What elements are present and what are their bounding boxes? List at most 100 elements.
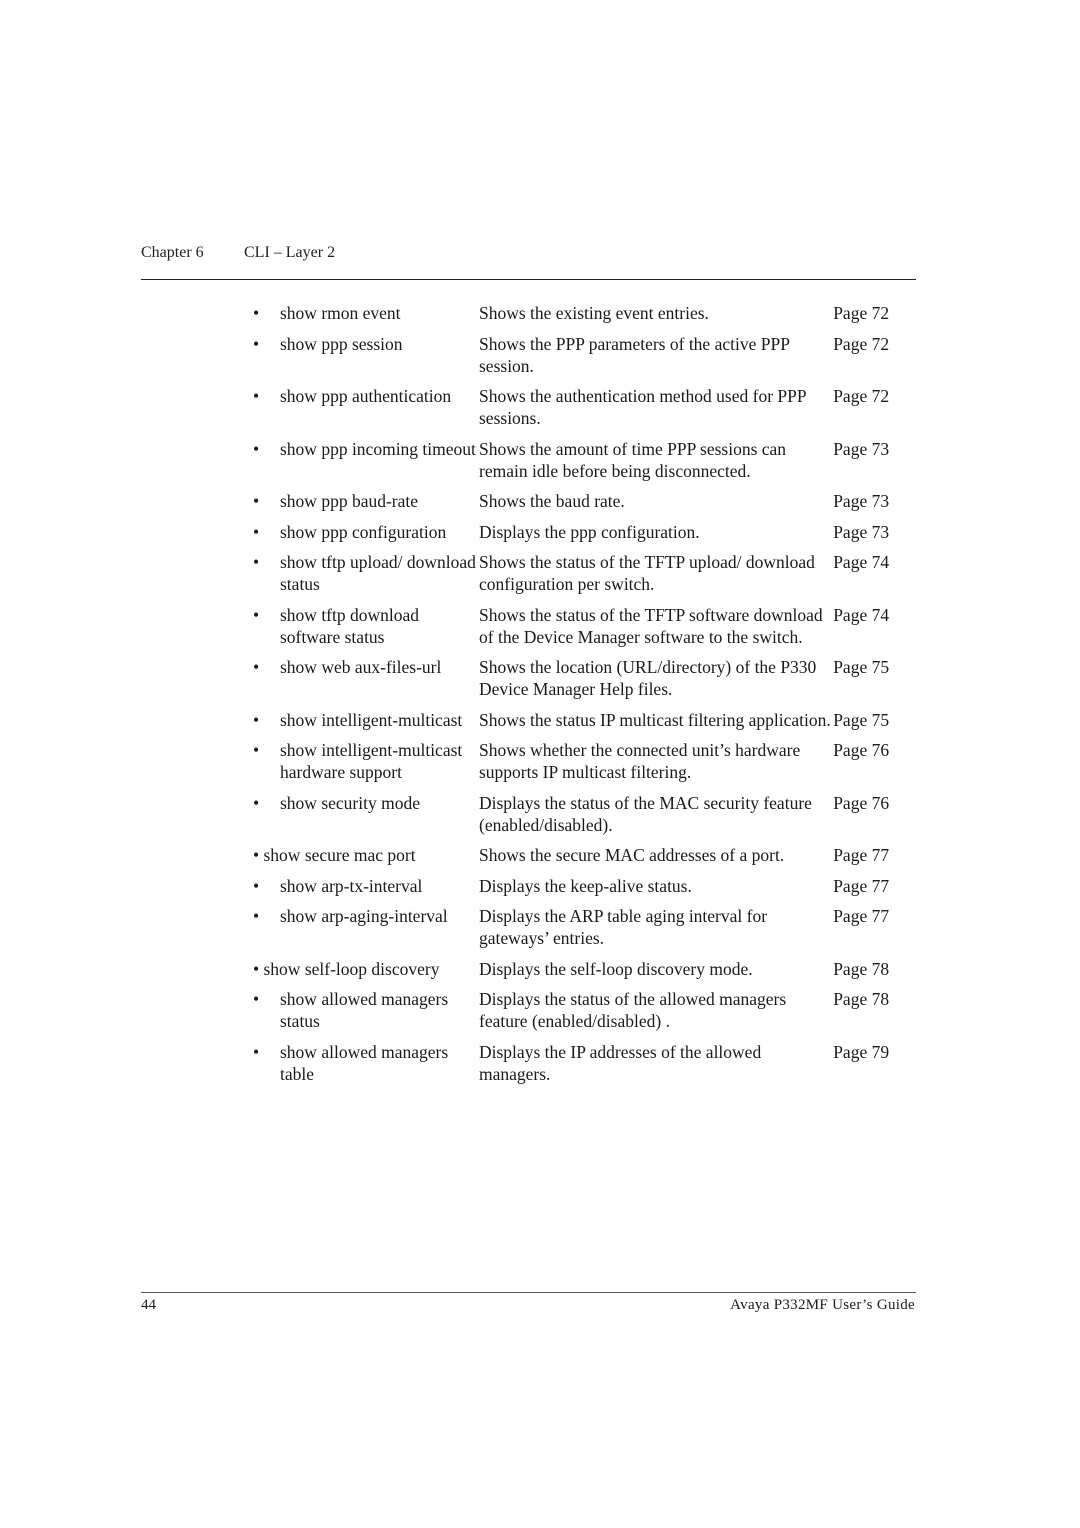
page-reference: Page 76 bbox=[833, 740, 890, 760]
command-name: show tftp download software status bbox=[280, 604, 420, 647]
command-description: Displays the ppp configuration. bbox=[479, 521, 700, 542]
page-reference: Page 77 bbox=[833, 906, 890, 926]
command-name: show intelligent-multicast bbox=[280, 709, 463, 730]
table-row: • show tftp download software status Shows… bbox=[253, 604, 913, 648]
command-name: show ppp incoming timeout bbox=[280, 438, 476, 459]
command-description: Shows the baud rate. bbox=[479, 491, 625, 511]
command-name: show ppp session bbox=[280, 333, 403, 354]
page-reference: Page 72 bbox=[833, 386, 890, 406]
command-table: • show rmon event Shows the existing event… bbox=[253, 302, 913, 1093]
chapter-title: CLI – Layer 2 bbox=[244, 244, 336, 261]
command-description: Displays the status of the allowed manag… bbox=[479, 989, 787, 1031]
page-reference: Page 78 bbox=[833, 989, 890, 1009]
command-description: Displays the self-loop discovery mode. bbox=[479, 958, 753, 979]
page-reference: Page 72 bbox=[833, 333, 890, 354]
command-description: Shows the amount of time PPP sessions ca… bbox=[479, 438, 787, 481]
table-row: • show allowed managers status Displays th… bbox=[253, 988, 913, 1032]
command-cell: • show allowed managers status bbox=[253, 988, 479, 1032]
command-description: Displays the status of the MAC security … bbox=[479, 792, 812, 835]
table-row: • show rmon event Shows the existing event… bbox=[253, 302, 913, 324]
command-name: show ppp configuration bbox=[280, 521, 447, 542]
command-name: • show self-loop discovery bbox=[253, 958, 440, 979]
command-name: show rmon event bbox=[280, 303, 401, 323]
page-reference: Page 77 bbox=[833, 875, 890, 896]
bullet-icon: • bbox=[253, 438, 260, 459]
command-description: Shows the status IP multicast filtering … bbox=[479, 709, 831, 730]
bullet-icon: • bbox=[253, 875, 260, 896]
command-name: show allowed managers table bbox=[280, 1041, 449, 1084]
command-name: show security mode bbox=[280, 792, 420, 813]
command-cell: • show arp-aging-interval bbox=[253, 905, 479, 949]
command-description: Shows the status of the TFTP upload/ dow… bbox=[479, 552, 815, 594]
bullet-icon: • bbox=[253, 657, 260, 677]
command-cell: • show intelligent-multicast bbox=[253, 709, 479, 731]
page-reference: Page 72 bbox=[833, 303, 890, 323]
command-cell: • show tftp upload/ download status bbox=[253, 551, 479, 595]
table-row: • show arp-aging-interval Displays the ARP… bbox=[253, 905, 913, 949]
bullet-icon: • bbox=[253, 989, 260, 1009]
command-name: show ppp authentication bbox=[280, 386, 452, 406]
command-description: Shows the location (URL/directory) of th… bbox=[479, 657, 817, 699]
command-cell: • show arp-tx-interval bbox=[253, 875, 479, 897]
table-row: • show ppp session Shows the PPP parameter… bbox=[253, 333, 913, 377]
page-reference: Page 73 bbox=[833, 491, 890, 511]
page-reference: Page 75 bbox=[833, 657, 890, 677]
bullet-icon: • bbox=[253, 906, 260, 926]
command-description: Shows the status of the TFTP software do… bbox=[479, 604, 823, 647]
command-description: Shows whether the connected unit’s hardw… bbox=[479, 740, 801, 782]
command-cell: •• show secure mac port bbox=[253, 844, 479, 866]
page-reference: Page 74 bbox=[833, 604, 890, 625]
command-description: Shows the existing event entries. bbox=[479, 303, 709, 323]
table-row: •• show self-loop discoveryDisplays the … bbox=[253, 958, 913, 980]
bullet-icon: • bbox=[253, 1041, 260, 1062]
command-description: Displays the ARP table aging interval fo… bbox=[479, 906, 768, 948]
command-cell: • show security mode bbox=[253, 792, 479, 836]
table-row: • show ppp incoming timeout Shows the amou… bbox=[253, 438, 913, 482]
command-cell: • show ppp incoming timeout bbox=[253, 438, 479, 482]
command-cell: • show ppp configuration bbox=[253, 521, 479, 543]
command-name: show ppp baud-rate bbox=[280, 491, 419, 511]
page-reference: Page 78 bbox=[833, 958, 890, 979]
page-number: 44 bbox=[141, 1297, 156, 1313]
command-cell: • show tftp download software status bbox=[253, 604, 479, 648]
table-row: • show tftp upload/ download status Shows … bbox=[253, 551, 913, 595]
chapter-label: Chapter 6 bbox=[141, 244, 204, 261]
bullet-icon: • bbox=[253, 521, 260, 542]
command-cell: • show ppp baud-rate bbox=[253, 490, 479, 512]
command-name: show arp-tx-interval bbox=[280, 875, 423, 896]
bullet-icon: • bbox=[253, 709, 260, 730]
bullet-icon: • bbox=[253, 491, 260, 511]
bullet-icon: • bbox=[253, 333, 260, 354]
command-name: show tftp upload/ download status bbox=[280, 552, 476, 594]
table-row: • show intelligent-multicast Shows the sta… bbox=[253, 709, 913, 731]
table-row: • show ppp authentication Shows the authen… bbox=[253, 385, 913, 429]
page-reference: Page 74 bbox=[833, 552, 890, 572]
command-cell: • show ppp session bbox=[253, 333, 479, 377]
command-cell: • show rmon event bbox=[253, 302, 479, 324]
table-row: • show intelligent-multicast hardware sup… bbox=[253, 739, 913, 783]
table-row: • show security mode Displays the status o… bbox=[253, 792, 913, 836]
table-row: • show arp-tx-interval Displays the keep-a… bbox=[253, 875, 913, 897]
bullet-icon: • bbox=[253, 792, 260, 813]
table-row: • show web aux-files-url Shows the locatio… bbox=[253, 656, 913, 700]
page-reference: Page 79 bbox=[833, 1041, 890, 1062]
command-name: • show secure mac port bbox=[253, 845, 416, 865]
table-row: • show ppp baud-rate Shows the baud rate. P… bbox=[253, 490, 913, 512]
bullet-icon: • bbox=[253, 386, 260, 406]
command-cell: • show ppp authentication bbox=[253, 385, 479, 429]
bullet-icon: • bbox=[253, 303, 260, 323]
command-cell: • show intelligent-multicast hardware sup… bbox=[253, 739, 479, 783]
command-description: Displays the keep-alive status. bbox=[479, 875, 692, 896]
command-cell: • show web aux-files-url bbox=[253, 656, 479, 700]
page-reference: Page 76 bbox=[833, 792, 890, 813]
table-row: • show allowed managers table Displays the… bbox=[253, 1041, 913, 1085]
running-header: Chapter 6 CLI – Layer 2 bbox=[141, 244, 335, 262]
command-cell: • show allowed managers table bbox=[253, 1041, 479, 1085]
table-row: •• show secure mac portShows the secure … bbox=[253, 844, 913, 866]
command-description: Shows the authentication method used for… bbox=[479, 386, 806, 428]
command-name: show web aux-files-url bbox=[280, 657, 442, 677]
bullet-icon: • bbox=[253, 740, 260, 760]
page-reference: Page 77 bbox=[833, 845, 890, 865]
page-reference: Page 75 bbox=[833, 709, 890, 730]
command-description: Displays the IP addresses of the allowed… bbox=[479, 1041, 762, 1084]
